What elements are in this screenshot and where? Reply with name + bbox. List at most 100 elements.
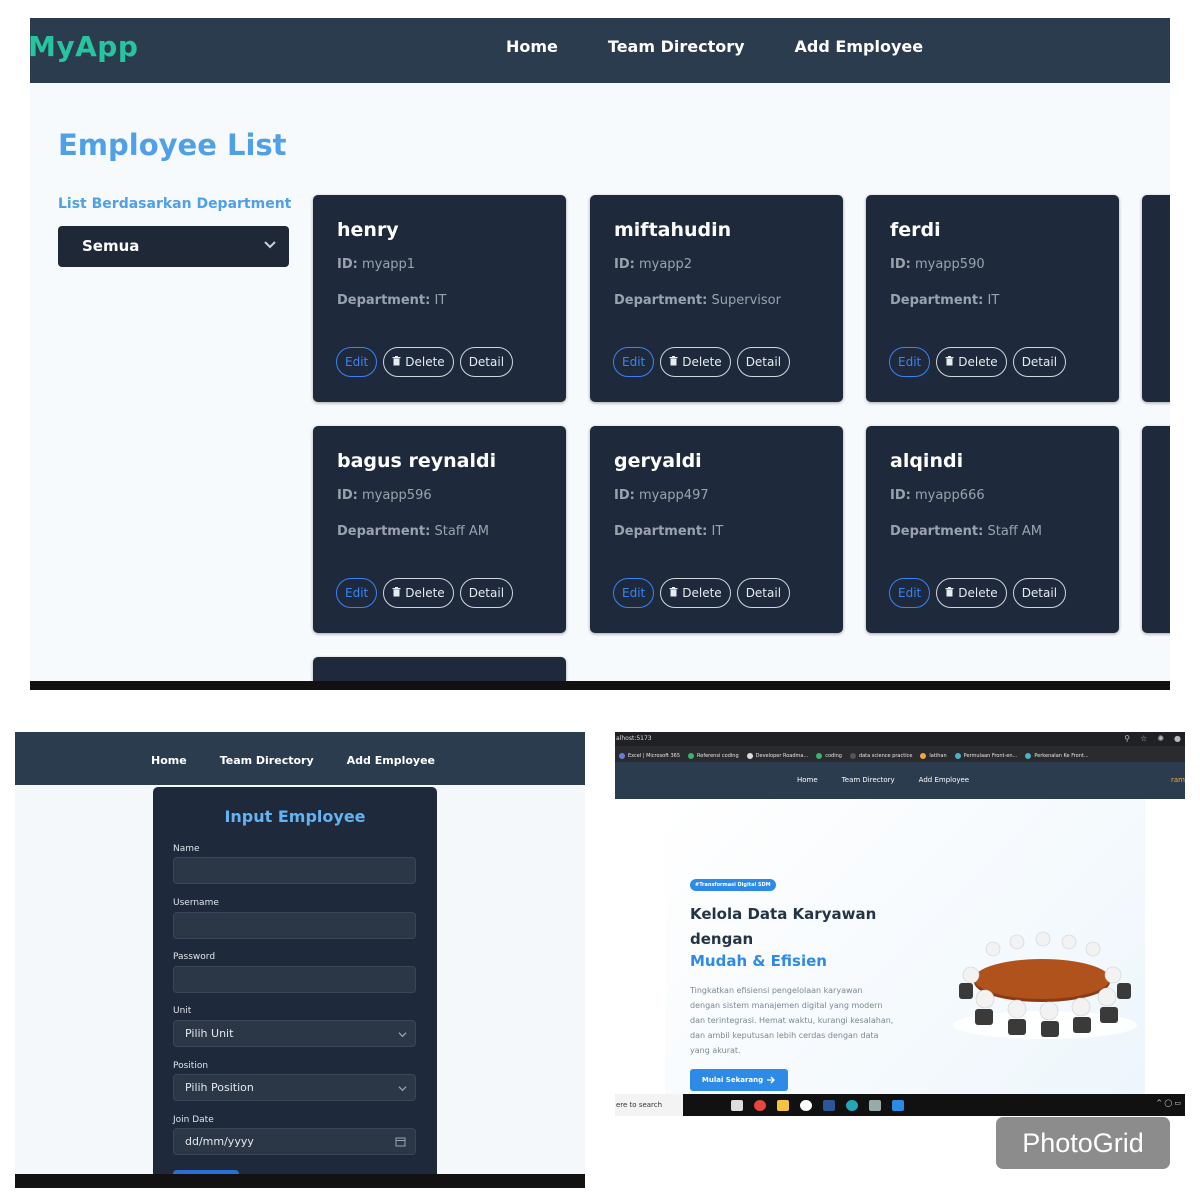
input-employee-form: Input Employee Name Username Password Un… — [153, 787, 437, 1184]
browser-address-bar[interactable]: alhost:5173 ⚲ ☆ ✺ ● — [615, 732, 1185, 746]
employee-card-partial — [1142, 426, 1170, 633]
edge-icon[interactable] — [846, 1100, 858, 1111]
edit-button[interactable]: Edit — [336, 347, 378, 377]
detail-button[interactable]: Detail — [736, 578, 791, 608]
department-filter-label: List Berdasarkan Department — [58, 196, 292, 212]
bookmark-item[interactable]: Developer Roadma... — [746, 749, 808, 762]
nav-add-employee-link[interactable]: Add Employee — [347, 754, 435, 767]
calendar-icon[interactable] — [395, 1136, 406, 1147]
word-icon[interactable] — [823, 1100, 835, 1111]
employee-id: ID: myapp497 — [614, 488, 709, 503]
edit-button[interactable]: Edit — [889, 578, 931, 608]
profile-icon[interactable]: ● — [1174, 734, 1181, 743]
employee-card: ferdi ID: myapp590 Department: IT Edit Delet… — [866, 195, 1119, 402]
username-input[interactable] — [173, 912, 416, 939]
bookmarks-bar: Excel | Microsoft 365 Referensi coding D… — [615, 746, 1185, 762]
chrome-icon[interactable] — [754, 1100, 766, 1111]
chevron-down-icon — [398, 1086, 407, 1092]
delete-button[interactable]: Delete — [383, 578, 454, 608]
bookmark-item[interactable]: Perkenalan Ke Front... — [1025, 749, 1089, 762]
top-navbar: Home Team Directory Add Employee ram — [615, 762, 1185, 799]
department-filter-select[interactable]: Semua — [58, 226, 289, 267]
edit-button[interactable]: Edit — [889, 347, 931, 377]
taskbar-strip — [30, 681, 1170, 690]
delete-button[interactable]: Delete — [936, 578, 1007, 608]
trash-icon — [945, 355, 958, 369]
password-input[interactable] — [173, 966, 416, 993]
employee-department: Department: IT — [890, 293, 1000, 308]
taskbar-strip — [15, 1174, 585, 1188]
nav-add-employee-link[interactable]: Add Employee — [919, 776, 969, 784]
file-explorer-icon[interactable] — [777, 1100, 789, 1111]
chevron-down-icon — [398, 1032, 407, 1038]
trash-icon — [392, 586, 405, 600]
employee-id: ID: myapp666 — [890, 488, 985, 503]
employee-id: ID: myapp1 — [337, 257, 416, 272]
bookmark-item[interactable]: data science practice — [849, 749, 912, 762]
hero-headline: Kelola Data Karyawan dengan — [690, 905, 877, 948]
nav-home-link[interactable]: Home — [506, 37, 558, 56]
chevron-down-icon — [264, 241, 276, 249]
extension-icon[interactable]: ✺ — [1157, 734, 1164, 743]
bookmark-item[interactable]: latihan — [920, 749, 947, 762]
windows-taskbar: ere to search ^ ◯ ▭ — [615, 1094, 1185, 1116]
nav-team-directory-link[interactable]: Team Directory — [842, 776, 895, 784]
nav-home-link[interactable]: Home — [151, 754, 187, 767]
unit-select[interactable]: Pilih Unit — [173, 1020, 416, 1047]
detail-button[interactable]: Detail — [1012, 347, 1067, 377]
name-label: Name — [173, 844, 200, 854]
employee-card-partial — [1142, 195, 1170, 402]
nav-home-link[interactable]: Home — [797, 776, 818, 784]
edit-button[interactable]: Edit — [613, 347, 655, 377]
employee-card: bagus reynaldi ID: myapp596 Department: St… — [313, 426, 566, 633]
employee-name: henry — [337, 219, 399, 241]
app-icon[interactable] — [869, 1100, 881, 1111]
star-icon[interactable]: ☆ — [1140, 734, 1147, 743]
position-label: Position — [173, 1061, 209, 1071]
delete-button[interactable]: Delete — [660, 347, 731, 377]
position-select[interactable]: Pilih Position — [173, 1074, 416, 1101]
employee-department: Department: IT — [337, 293, 447, 308]
employee-id: ID: myapp590 — [890, 257, 985, 272]
name-input[interactable] — [173, 857, 416, 884]
user-name[interactable]: ram — [1171, 776, 1185, 784]
delete-button[interactable]: Delete — [383, 347, 454, 377]
top-navbar: MyApp Home Team Directory Add Employee — [30, 18, 1170, 83]
employee-id: ID: myapp2 — [614, 257, 693, 272]
cta-label: Mulai Sekarang — [701, 1076, 764, 1084]
employee-name: alqindi — [890, 450, 964, 472]
nav-team-directory-link[interactable]: Team Directory — [220, 754, 314, 767]
employee-list-screenshot: MyApp Home Team Directory Add Employee E… — [30, 18, 1170, 690]
photogrid-watermark: PhotoGrid — [996, 1117, 1170, 1169]
app-icon[interactable] — [800, 1100, 812, 1111]
app-logo[interactable]: MyApp — [30, 30, 138, 63]
nav-team-directory-link[interactable]: Team Directory — [608, 37, 745, 56]
edit-button[interactable]: Edit — [336, 578, 378, 608]
detail-button[interactable]: Detail — [736, 347, 791, 377]
detail-button[interactable]: Detail — [459, 578, 514, 608]
cta-button[interactable]: Mulai Sekarang — [690, 1069, 788, 1091]
task-view-icon[interactable] — [731, 1100, 743, 1111]
detail-button[interactable]: Detail — [1012, 578, 1067, 608]
bookmark-item[interactable]: coding — [816, 749, 842, 762]
zoom-icon[interactable]: ⚲ — [1124, 734, 1130, 743]
unit-label: Unit — [173, 1006, 192, 1016]
delete-button[interactable]: Delete — [660, 578, 731, 608]
bookmark-item[interactable]: Referensi coding — [688, 749, 739, 762]
employee-name: bagus reynaldi — [337, 450, 497, 472]
delete-button[interactable]: Delete — [936, 347, 1007, 377]
join-date-input[interactable]: dd/mm/yyyy — [173, 1128, 416, 1155]
vscode-icon[interactable] — [892, 1100, 904, 1111]
taskbar-search[interactable]: ere to search — [615, 1094, 683, 1116]
edit-button[interactable]: Edit — [613, 578, 655, 608]
hero-badge: #Transformasi Digital SDM — [690, 879, 776, 891]
employee-card: miftahudin ID: myapp2 Department: Supervis… — [590, 195, 843, 402]
bookmark-item[interactable]: Excel | Microsoft 365 — [619, 749, 680, 762]
employee-name: miftahudin — [614, 219, 732, 241]
input-employee-screenshot: Home Team Directory Add Employee Input E… — [15, 732, 585, 1188]
detail-button[interactable]: Detail — [459, 347, 514, 377]
trash-icon — [669, 586, 682, 600]
system-tray[interactable]: ^ ◯ ▭ — [1156, 1099, 1181, 1107]
bookmark-item[interactable]: Permulaan Front-en... — [954, 749, 1017, 762]
nav-add-employee-link[interactable]: Add Employee — [795, 37, 924, 56]
